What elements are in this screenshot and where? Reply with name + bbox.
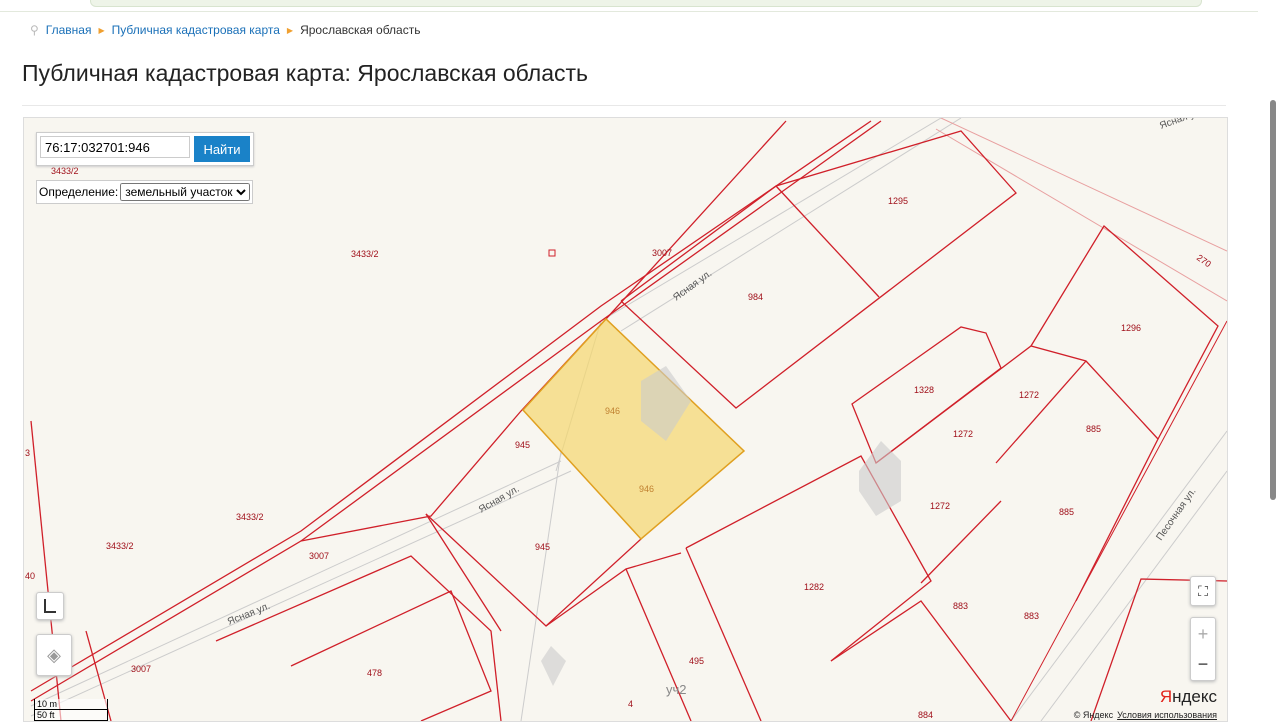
parcel-label: 1272 [930,501,950,511]
parcel-label: 3433/2 [351,249,379,259]
road-label: Песочная ул. [1154,486,1198,542]
find-button[interactable]: Найти [194,136,250,162]
definition-select[interactable]: земельный участок [120,183,251,201]
chevron-right-icon: ▶ [286,25,294,35]
parcel-label: 3433/2 [51,166,79,176]
chevron-right-icon: ▶ [98,25,105,35]
page-title: Публичная кадастровая карта: Ярославская… [22,60,589,86]
parcel-label: 885 [1086,424,1101,434]
road-label: уч2 [666,682,687,697]
attribution: © Яндекс Условия использования [1073,710,1217,720]
breadcrumb-home[interactable]: Главная [46,23,92,37]
parcel-label: 884 [918,710,933,720]
divider [22,105,1226,106]
breadcrumb-current: Ярославская область [300,23,421,37]
parcel-label: 945 [535,542,550,552]
cadastral-map[interactable]: 3433/2 3433/2 3433/2 3433/2 3007 3007 30… [23,117,1228,722]
scale-bar: 10 m 50 ft [34,699,108,721]
breadcrumb: ⚲ Главная ▶ Публичная кадастровая карта … [30,23,420,37]
parcel-label: 984 [748,292,763,302]
parcel-label: 1296 [1121,323,1141,333]
parcel-label: 883 [1024,611,1039,621]
layers-button[interactable]: ◈ [36,634,72,676]
layers-icon: ◈ [47,644,61,665]
scale-feet: 50 ft [34,710,108,721]
divider [0,11,1258,12]
parcel-label: 270 [1195,252,1213,269]
parcel-label: 3007 [309,551,329,561]
road-label: Ясная ул. [1158,117,1204,132]
terms-link[interactable]: Условия использования [1117,710,1217,720]
parcel-label: 1272 [1019,390,1039,400]
zoom-in-button[interactable]: + [1198,619,1209,649]
parcel-label: 1295 [888,196,908,206]
parcel-label: 3433/2 [236,512,264,522]
parcel-label: 3007 [131,664,151,674]
parcel-label: 478 [367,668,382,678]
top-banner [90,0,1202,7]
location-pin-icon: ⚲ [30,23,39,37]
zoom-control: + − [1190,617,1216,681]
cadastral-search: Найти [36,132,254,166]
road-label: Ясная ул. [671,268,714,303]
scale-meters: 10 m [34,699,108,710]
ruler-button[interactable] [36,592,64,620]
definition-select-group: Определение: земельный участок [36,180,254,204]
parcel-label: 1328 [914,385,934,395]
parcel-label: 3 [25,448,30,458]
ruler-icon [44,599,56,613]
parcel-label: 885 [1059,507,1074,517]
cadastral-number-input[interactable] [40,136,190,158]
zoom-out-button[interactable]: − [1198,649,1209,679]
parcel-label: 1272 [953,429,973,439]
yandex-logo: Яндекс [1159,687,1217,706]
parcel-label: 3007 [652,248,672,258]
scrollbar-thumb[interactable] [1270,100,1276,500]
parcel-label: 40 [25,571,35,581]
definition-label: Определение: [39,185,119,199]
parcel-label: 3433/2 [106,541,134,551]
road-label: Ясная ул. [477,484,521,516]
parcel-label: 945 [515,440,530,450]
selected-parcel-946[interactable] [521,317,746,541]
parcel-label: 946 [639,484,654,494]
parcel-label: 1282 [804,582,824,592]
parcel-label: 4 [628,699,633,709]
fullscreen-icon: ⛶ [1198,582,1208,599]
parcel-label: 495 [689,656,704,666]
parcel-label: 883 [953,601,968,611]
map-canvas[interactable]: 3433/2 3433/2 3433/2 3433/2 3007 3007 30… [23,117,1228,721]
parcel-label: 946 [605,406,620,416]
fullscreen-button[interactable]: ⛶ [1190,576,1216,606]
breadcrumb-cadastral-map[interactable]: Публичная кадастровая карта [112,23,280,37]
point-marker [548,249,556,257]
